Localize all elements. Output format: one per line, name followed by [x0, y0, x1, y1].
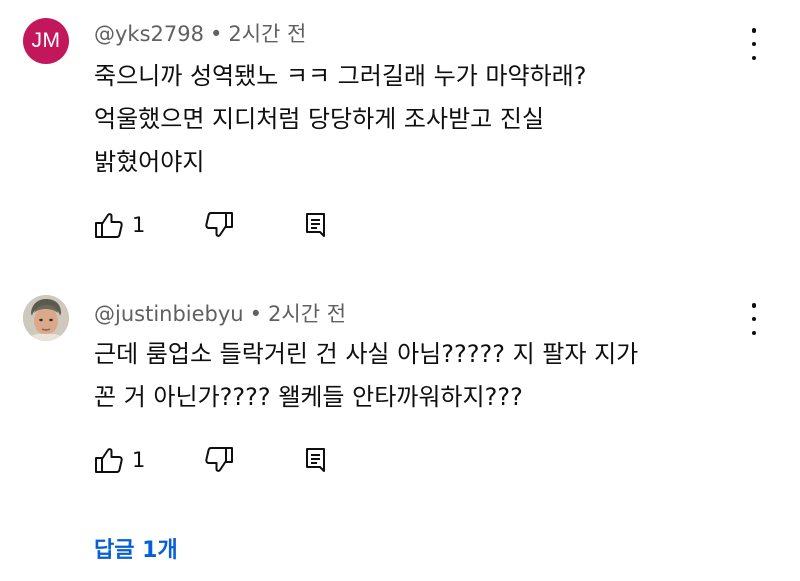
comment-line: 꼰 거 아닌가???? 왤케들 안타까워하지???	[94, 383, 523, 411]
like-button[interactable]: 1	[94, 445, 145, 475]
author-name[interactable]: @justinbiebyu	[94, 302, 244, 326]
comment-time[interactable]: 2시간 전	[228, 22, 306, 46]
comment-line: 죽으니까 성역됐노 ㅋㅋ 그러길래 누가 마약하래?	[94, 62, 587, 90]
avatar[interactable]	[23, 295, 69, 341]
dislike-button[interactable]	[204, 445, 234, 475]
like-button[interactable]: 1	[94, 210, 145, 240]
profile-photo-icon	[23, 295, 69, 341]
author-name[interactable]: @yks2798	[94, 22, 204, 46]
thumbs-up-icon	[95, 213, 123, 238]
meta-separator: •	[249, 302, 263, 326]
thumbs-up-icon	[95, 448, 123, 473]
like-count: 1	[132, 213, 146, 237]
dot	[751, 28, 757, 33]
dot	[751, 303, 757, 308]
avatar-initials: JM	[31, 29, 61, 52]
comment-line: 밝혔어야지	[94, 148, 205, 176]
dot	[751, 55, 757, 60]
comment-meta: @yks2798 • 2시간 전	[94, 18, 306, 48]
comment-meta: @justinbiebyu • 2시간 전	[94, 298, 346, 328]
comment-icon	[306, 213, 325, 237]
more-options-button[interactable]	[744, 28, 764, 60]
dot	[751, 330, 757, 335]
like-count: 1	[132, 448, 146, 472]
comment-text: 죽으니까 성역됐노 ㅋㅋ 그러길래 누가 마약하래? 억울했으면 지디처럼 당당…	[94, 55, 586, 184]
view-replies-button[interactable]: 답글 1개	[94, 532, 178, 564]
more-options-button[interactable]	[744, 303, 764, 335]
thumbs-down-icon	[205, 447, 233, 472]
dot	[751, 41, 757, 47]
comment-time[interactable]: 2시간 전	[268, 302, 346, 326]
dislike-button[interactable]	[204, 210, 234, 240]
comment-actions: 1	[94, 445, 354, 475]
thumbs-down-icon	[205, 212, 233, 237]
meta-separator: •	[209, 22, 223, 46]
reply-button[interactable]	[304, 210, 328, 240]
comment-icon	[306, 448, 325, 472]
comment-line: 억울했으면 지디처럼 당당하게 조사받고 진실	[94, 105, 545, 133]
comment-line: 근데 룸업소 들락거린 건 사실 아님????? 지 팔자 지가	[94, 340, 639, 368]
comment-actions: 1	[94, 210, 354, 240]
comment-text: 근데 룸업소 들락거린 건 사실 아님????? 지 팔자 지가 꼰 거 아닌가…	[94, 333, 638, 419]
avatar[interactable]: JM	[23, 18, 69, 64]
dot	[751, 316, 757, 322]
reply-button[interactable]	[304, 445, 328, 475]
